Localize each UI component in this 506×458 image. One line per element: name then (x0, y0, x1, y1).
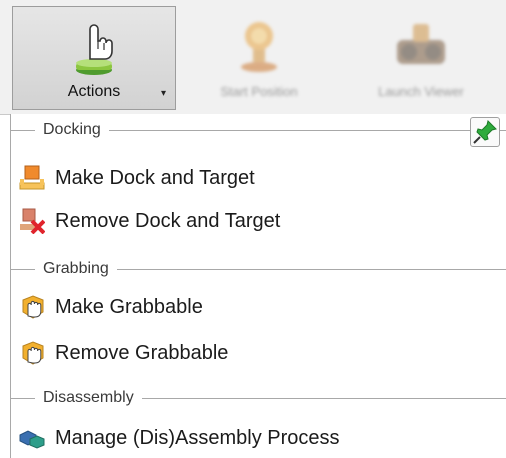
grab-hand-icon (22, 295, 44, 319)
actions-dropdown-menu: Docking Make Dock and Target Remove Dock… (10, 114, 506, 458)
actions-button[interactable]: Actions ▾ (12, 6, 176, 110)
menu-item-label: Make Grabbable (55, 295, 203, 318)
separator-line (11, 397, 35, 399)
section-title-disassembly: Disassembly (43, 389, 134, 406)
section-header-grabbing: Grabbing (11, 257, 506, 281)
menu-item-remove-dock-and-target[interactable]: Remove Dock and Target (19, 204, 497, 238)
separator-line (116, 268, 506, 270)
separator-line (141, 397, 506, 399)
remove-dock-icon (20, 208, 45, 234)
pointing-hand-button-icon (76, 24, 113, 75)
menu-item-make-dock-and-target[interactable]: Make Dock and Target (19, 161, 497, 195)
section-header-disassembly: Disassembly (11, 386, 506, 410)
menu-item-label: Make Dock and Target (55, 166, 255, 189)
menu-item-label: Manage (Dis)Assembly Process (55, 426, 340, 449)
section-title-grabbing: Grabbing (43, 260, 109, 277)
menu-item-label: Remove Grabbable (55, 341, 229, 364)
launch-viewer-button[interactable]: Launch Viewer (342, 6, 500, 110)
separator-line (11, 129, 35, 131)
launch-viewer-icon (397, 24, 445, 64)
menu-item-label: Remove Dock and Target (55, 209, 281, 232)
separator-line (108, 129, 506, 131)
menu-item-make-grabbable[interactable]: Make Grabbable (19, 290, 497, 324)
menu-item-remove-grabbable[interactable]: Remove Grabbable (19, 336, 497, 370)
start-position-icon (241, 22, 277, 72)
start-position-label: Start Position (220, 84, 298, 99)
pin-icon (473, 120, 497, 144)
assembly-parts-icon (19, 430, 45, 449)
menu-item-manage-disassembly-process[interactable]: Manage (Dis)Assembly Process (19, 421, 497, 455)
dock-target-icon (19, 165, 45, 190)
section-title-docking: Docking (43, 121, 101, 138)
start-position-button[interactable]: Start Position (184, 6, 334, 110)
actions-label: Actions (67, 83, 121, 100)
pin-button[interactable] (470, 117, 500, 147)
actions-dropdown-arrow[interactable]: ▾ (161, 88, 166, 99)
ribbon-toolbar: Actions ▾ Start Position Launch Viewer (0, 0, 506, 115)
section-header-docking: Docking (11, 118, 506, 142)
grab-hand-icon (22, 341, 44, 365)
launch-viewer-label: Launch Viewer (378, 84, 464, 99)
separator-line (11, 268, 35, 270)
